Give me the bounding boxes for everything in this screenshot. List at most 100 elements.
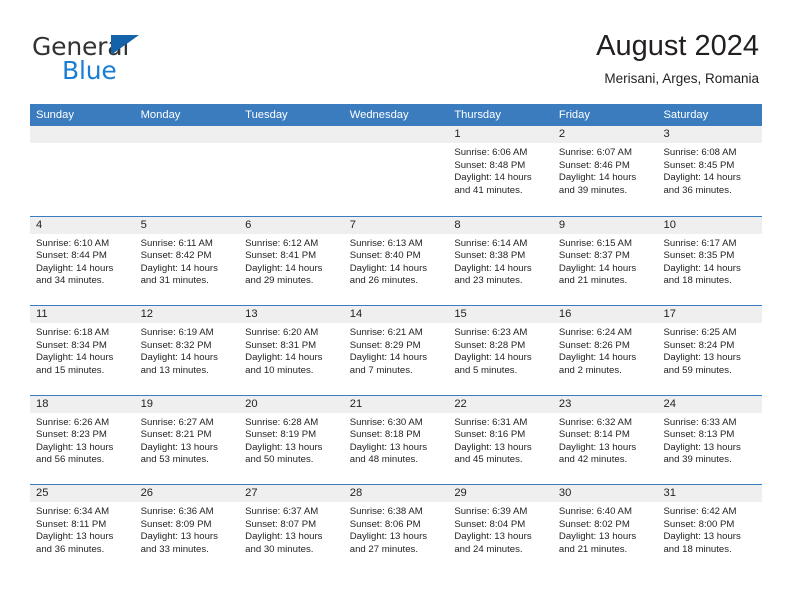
daylight-text: Daylight: 13 hours and 18 minutes. <box>663 531 741 555</box>
daylight-text: Daylight: 14 hours and 5 minutes. <box>454 352 532 376</box>
day-cell[interactable]: 6 Sunrise: 6:12 AM Sunset: 8:41 PM Daylight… <box>239 216 344 306</box>
calendar-week-row: 4 Sunrise: 6:10 AM Sunset: 8:44 PM Daylight… <box>30 215 763 306</box>
sunset-text: Sunset: 8:06 PM <box>349 518 421 530</box>
day-number: 29 <box>454 487 467 499</box>
sunrise-text: Sunrise: 6:37 AM <box>245 506 319 517</box>
sunrise-text: Sunrise: 6:18 AM <box>36 327 110 338</box>
day-cell[interactable]: 18 Sunrise: 6:26 AM Sunset: 8:23 PM Dayligh… <box>30 395 135 485</box>
sunset-text: Sunset: 8:32 PM <box>140 339 212 351</box>
sunset-text: Sunset: 8:00 PM <box>663 518 735 530</box>
calendar-week-row: 25 Sunrise: 6:34 AM Sunset: 8:11 PM Dayligh… <box>30 484 763 574</box>
day-details: Sunrise: 6:28 AM Sunset: 8:19 PM Daylight:… <box>239 413 344 467</box>
day-number-band: 25 <box>30 485 135 502</box>
day-cell[interactable]: 31 Sunrise: 6:42 AM Sunset: 8:00 PM Dayligh… <box>657 485 763 574</box>
sunrise-text: Sunrise: 6:10 AM <box>36 237 110 249</box>
day-cell[interactable]: 8 Sunrise: 6:14 AM Sunset: 8:38 PM Daylight… <box>448 216 553 306</box>
day-number-band <box>134 126 240 143</box>
day-cell[interactable]: 19 Sunrise: 6:27 AM Sunset: 8:21 PM Dayligh… <box>134 395 240 485</box>
day-details: Sunrise: 6:24 AM Sunset: 8:26 PM Daylight:… <box>553 323 658 377</box>
day-number-band: 16 <box>552 306 658 323</box>
sunset-text: Sunset: 8:26 PM <box>558 339 630 351</box>
day-number: 13 <box>245 308 258 320</box>
sunset-text: Sunset: 8:23 PM <box>36 429 107 441</box>
sunrise-text: Sunrise: 6:06 AM <box>454 147 528 158</box>
day-number-band: 15 <box>448 306 553 323</box>
day-cell[interactable]: 27 Sunrise: 6:37 AM Sunset: 8:07 PM Dayligh… <box>239 485 344 574</box>
day-number-band: 2 <box>552 126 658 143</box>
day-details: Sunrise: 6:36 AM Sunset: 8:09 PM Daylight:… <box>135 502 240 556</box>
day-details: Sunrise: 6:14 AM Sunset: 8:38 PM Daylight:… <box>448 234 553 288</box>
day-cell[interactable]: 15 Sunrise: 6:23 AM Sunset: 8:28 PM Dayligh… <box>448 306 553 395</box>
sunset-text: Sunset: 8:31 PM <box>245 339 317 351</box>
day-cell[interactable]: 21 Sunrise: 6:30 AM Sunset: 8:18 PM Dayligh… <box>343 395 449 485</box>
day-details: Sunrise: 6:17 AM Sunset: 8:35 PM Daylight:… <box>657 234 762 288</box>
day-number-band: 24 <box>657 395 763 413</box>
day-details: Sunrise: 6:10 AM Sunset: 8:44 PM Daylight:… <box>30 234 135 288</box>
day-number-band: 21 <box>343 395 449 413</box>
day-number: 10 <box>663 218 676 231</box>
day-cell-empty <box>134 126 240 216</box>
day-number-band: 4 <box>30 216 135 234</box>
day-cell[interactable]: 1 Sunrise: 6:06 AM Sunset: 8:48 PM Daylight… <box>448 126 553 216</box>
day-number: 30 <box>558 487 572 499</box>
daylight-text: Daylight: 14 hours and 15 minutes. <box>36 352 114 376</box>
weekday-header-thursday: Thursday <box>454 109 501 121</box>
day-number: 8 <box>454 218 461 231</box>
sunrise-text: Sunrise: 6:39 AM <box>454 506 528 517</box>
day-number: 20 <box>245 397 258 410</box>
day-cell[interactable]: 5 Sunrise: 6:11 AM Sunset: 8:42 PM Daylight… <box>134 216 240 306</box>
calendar-grid: Sunday Monday Tuesday Wednesday Thursday… <box>30 104 763 574</box>
day-cell[interactable]: 20 Sunrise: 6:28 AM Sunset: 8:19 PM Dayligh… <box>239 395 344 485</box>
day-cell[interactable]: 29 Sunrise: 6:39 AM Sunset: 8:04 PM Dayligh… <box>448 485 553 574</box>
day-cell[interactable]: 12 Sunrise: 6:19 AM Sunset: 8:32 PM Dayligh… <box>134 306 240 395</box>
day-details: Sunrise: 6:19 AM Sunset: 8:32 PM Daylight:… <box>135 323 240 377</box>
daylight-text: Daylight: 13 hours and 50 minutes. <box>245 441 323 466</box>
day-cell[interactable]: 25 Sunrise: 6:34 AM Sunset: 8:11 PM Dayligh… <box>30 485 135 574</box>
daylight-text: Daylight: 14 hours and 39 minutes. <box>558 172 637 196</box>
day-number-band: 7 <box>343 216 449 234</box>
day-number: 9 <box>558 218 566 231</box>
day-details: Sunrise: 6:37 AM Sunset: 8:07 PM Daylight:… <box>239 502 344 556</box>
daylight-text: Daylight: 14 hours and 13 minutes. <box>140 352 218 376</box>
day-cell[interactable]: 30 Sunrise: 6:40 AM Sunset: 8:02 PM Dayligh… <box>552 485 658 574</box>
day-cell[interactable]: 23 Sunrise: 6:32 AM Sunset: 8:14 PM Dayligh… <box>552 395 658 485</box>
sunrise-text: Sunrise: 6:21 AM <box>349 327 423 338</box>
day-cell[interactable]: 9 Sunrise: 6:15 AM Sunset: 8:37 PM Daylight… <box>552 216 658 306</box>
day-cell[interactable]: 2 Sunrise: 6:07 AM Sunset: 8:46 PM Daylight… <box>552 126 658 216</box>
calendar-weeks: 1 Sunrise: 6:06 AM Sunset: 8:48 PM Daylight… <box>30 126 763 574</box>
day-number-band: 14 <box>343 306 449 323</box>
sunset-text: Sunset: 8:19 PM <box>245 429 317 441</box>
day-number: 11 <box>36 308 48 320</box>
day-cell[interactable]: 11 Sunrise: 6:18 AM Sunset: 8:34 PM Dayligh… <box>30 306 135 395</box>
day-number: 3 <box>663 128 670 140</box>
daylight-text: Daylight: 13 hours and 33 minutes. <box>140 531 218 555</box>
day-cell[interactable]: 24 Sunrise: 6:33 AM Sunset: 8:13 PM Dayligh… <box>657 395 763 485</box>
day-number-band: 26 <box>134 485 240 502</box>
sunrise-text: Sunrise: 6:14 AM <box>454 237 528 249</box>
day-cell-empty <box>343 126 449 216</box>
day-cell[interactable]: 14 Sunrise: 6:21 AM Sunset: 8:29 PM Dayligh… <box>343 306 449 395</box>
day-cell[interactable]: 3 Sunrise: 6:08 AM Sunset: 8:45 PM Daylight… <box>657 126 763 216</box>
day-cell[interactable]: 10 Sunrise: 6:17 AM Sunset: 8:35 PM Dayligh… <box>657 216 763 306</box>
day-cell[interactable]: 22 Sunrise: 6:31 AM Sunset: 8:16 PM Dayligh… <box>448 395 553 485</box>
daylight-text: Daylight: 13 hours and 42 minutes. <box>558 441 637 466</box>
day-cell[interactable]: 13 Sunrise: 6:20 AM Sunset: 8:31 PM Dayligh… <box>239 306 344 395</box>
sunrise-text: Sunrise: 6:08 AM <box>663 147 737 158</box>
sunset-text: Sunset: 8:48 PM <box>454 159 526 171</box>
day-cell[interactable]: 4 Sunrise: 6:10 AM Sunset: 8:44 PM Daylight… <box>30 216 135 306</box>
day-cell[interactable]: 17 Sunrise: 6:25 AM Sunset: 8:24 PM Dayligh… <box>657 306 763 395</box>
day-number: 26 <box>140 487 154 499</box>
day-cell[interactable]: 26 Sunrise: 6:36 AM Sunset: 8:09 PM Dayligh… <box>134 485 240 574</box>
day-details: Sunrise: 6:42 AM Sunset: 8:00 PM Daylight:… <box>657 502 762 556</box>
calendar-week-row: 11 Sunrise: 6:18 AM Sunset: 8:34 PM Dayligh… <box>30 305 763 395</box>
daylight-text: Daylight: 13 hours and 53 minutes. <box>140 441 218 466</box>
day-number: 25 <box>36 487 49 499</box>
day-cell[interactable]: 16 Sunrise: 6:24 AM Sunset: 8:26 PM Dayligh… <box>552 306 658 395</box>
logo-triangle-icon <box>111 35 139 55</box>
day-number-band: 5 <box>134 216 240 234</box>
sunrise-text: Sunrise: 6:07 AM <box>558 147 632 158</box>
generalblue-logo[interactable]: General Blue <box>32 33 262 85</box>
day-cell[interactable]: 7 Sunrise: 6:13 AM Sunset: 8:40 PM Daylight… <box>343 216 449 306</box>
day-cell[interactable]: 28 Sunrise: 6:38 AM Sunset: 8:06 PM Dayligh… <box>343 485 449 574</box>
daylight-text: Daylight: 13 hours and 48 minutes. <box>349 441 428 466</box>
